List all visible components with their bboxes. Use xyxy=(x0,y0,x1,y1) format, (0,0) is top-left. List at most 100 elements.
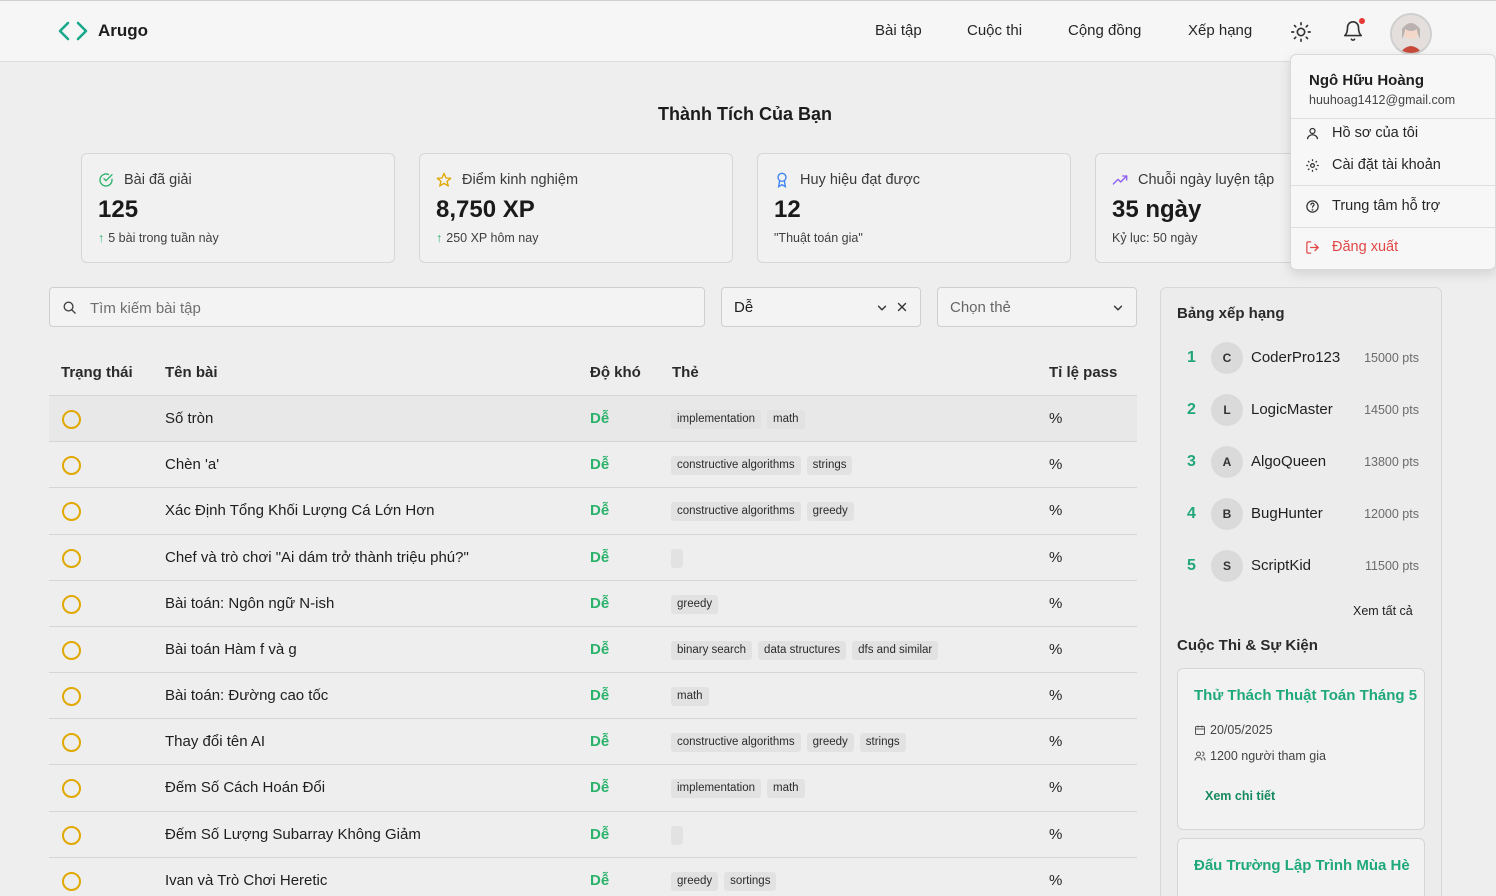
problem-name[interactable]: Chef và trò chơi "Ai dám trở thành triệu… xyxy=(165,549,469,566)
event-title[interactable]: Đấu Trường Lập Trình Mùa Hè xyxy=(1194,857,1410,874)
tag-select[interactable]: Chọn thẻ xyxy=(937,287,1137,327)
search-icon xyxy=(63,301,76,314)
award-icon xyxy=(777,172,787,188)
leaderboard-entry[interactable]: 4 B BugHunter 12000 pts xyxy=(1177,496,1427,532)
problem-name[interactable]: Đếm Số Lượng Subarray Không Giảm xyxy=(165,826,421,843)
leaderboard-entry[interactable]: 1 C CoderPro123 15000 pts xyxy=(1177,340,1427,376)
tag-list: greedy sortings xyxy=(671,872,777,891)
tag-chip[interactable]: greedy xyxy=(671,595,719,614)
nav-ranking[interactable]: Xếp hạng xyxy=(1188,22,1252,39)
menu-item-profile[interactable]: Hồ sơ của tôi xyxy=(1305,125,1418,141)
status-unsolved-icon xyxy=(62,456,81,475)
leaderboard-avatar: C xyxy=(1211,342,1243,374)
tag-chip[interactable]: greedy xyxy=(806,733,854,752)
status-unsolved-icon xyxy=(62,779,81,798)
difficulty-label: Dễ xyxy=(590,872,610,889)
tag-chip[interactable]: sortings xyxy=(724,872,777,891)
nav-contests[interactable]: Cuộc thi xyxy=(967,22,1022,39)
right-sidebar: Bảng xếp hạng 1 C CoderPro123 15000 pts 2 L Lo… xyxy=(1160,287,1442,896)
tag-chip[interactable]: math xyxy=(766,779,805,798)
event-details-link[interactable]: Xem chi tiết xyxy=(1205,789,1275,803)
see-all-link[interactable]: Xem tất cả xyxy=(1353,604,1413,618)
header-status: Trạng thái xyxy=(61,364,133,381)
menu-item-logout[interactable]: Đăng xuất xyxy=(1305,239,1398,255)
tag-chip[interactable]: implementation xyxy=(671,779,761,798)
table-row[interactable]: Đếm Số Cách Hoán Đổi Dễ implementation math… xyxy=(49,764,1137,810)
search-input[interactable] xyxy=(90,296,690,320)
user-avatar[interactable] xyxy=(1390,13,1432,55)
table-row[interactable]: Bài toán: Ngôn ngữ N-ish Dễ greedy% xyxy=(49,580,1137,626)
nav-community[interactable]: Cộng đồng xyxy=(1068,22,1141,39)
status-unsolved-icon xyxy=(62,595,81,614)
notification-dot xyxy=(1359,18,1365,24)
tag-chip[interactable]: constructive algorithms xyxy=(671,733,801,752)
stat-sub: Kỷ lục: 50 ngày xyxy=(1112,231,1198,245)
leaderboard-entry[interactable]: 3 A AlgoQueen 13800 pts xyxy=(1177,444,1427,480)
tag-chip[interactable]: strings xyxy=(806,456,853,475)
table-row[interactable]: Bài toán: Đường cao tốc Dễ math% xyxy=(49,672,1137,718)
tag-chip[interactable]: implementation xyxy=(671,410,761,429)
tag-chip[interactable]: binary search xyxy=(671,641,753,660)
tag-chip[interactable]: greedy xyxy=(671,872,719,891)
table-row[interactable]: Chèn 'a' Dễ constructive algorithms strings… xyxy=(49,441,1137,487)
pass-rate: % xyxy=(1049,410,1063,427)
menu-item-settings[interactable]: Cài đặt tài khoản xyxy=(1305,157,1441,173)
table-row[interactable]: Ivan và Trò Chơi Heretic Dễ greedy sortings… xyxy=(49,857,1137,896)
leaderboard-points: 12000 pts xyxy=(1364,507,1419,521)
event-title[interactable]: Thử Thách Thuật Toán Tháng 5 xyxy=(1194,687,1417,704)
nav-exercises[interactable]: Bài tập xyxy=(875,22,922,39)
leaderboard-name: AlgoQueen xyxy=(1251,453,1327,470)
tag-list: constructive algorithms greedy xyxy=(671,502,854,521)
stat-value: 35 ngày xyxy=(1112,196,1202,223)
problem-name[interactable]: Ivan và Trò Chơi Heretic xyxy=(165,872,327,889)
table-row[interactable]: Chef và trò chơi "Ai dám trở thành triệu… xyxy=(49,534,1137,580)
leaderboard-name: CoderPro123 xyxy=(1251,349,1341,366)
problem-name[interactable]: Bài toán Hàm f và g xyxy=(165,641,297,658)
problem-name[interactable]: Thay đổi tên AI xyxy=(165,733,265,750)
user-dropdown-menu: Ngô Hữu Hoàng huuhoag1412@gmail.com Hồ s… xyxy=(1290,54,1496,270)
tag-chip[interactable]: greedy xyxy=(806,502,854,521)
table-row[interactable]: Thay đổi tên AI Dễ constructive algorithms… xyxy=(49,718,1137,764)
problem-name[interactable]: Đếm Số Cách Hoán Đổi xyxy=(165,779,325,796)
tag-chip[interactable]: data structures xyxy=(758,641,847,660)
problem-name[interactable]: Số tròn xyxy=(165,410,213,427)
sun-icon[interactable] xyxy=(1290,21,1312,43)
pass-rate: % xyxy=(1049,687,1063,704)
table-row[interactable]: Xác Định Tổng Khối Lượng Cá Lớn Hơn Dễ con… xyxy=(49,487,1137,533)
problem-name[interactable]: Chèn 'a' xyxy=(165,456,219,473)
tag-chip[interactable]: strings xyxy=(859,733,906,752)
menu-item-support[interactable]: Trung tâm hỗ trợ xyxy=(1305,198,1440,214)
stat-label: Huy hiệu đạt được xyxy=(800,172,920,188)
pass-rate: % xyxy=(1049,733,1063,750)
problem-name[interactable]: Xác Định Tổng Khối Lượng Cá Lớn Hơn xyxy=(165,502,434,519)
tag-chip[interactable]: constructive algorithms xyxy=(671,502,801,521)
problem-name[interactable]: Bài toán: Đường cao tốc xyxy=(165,687,328,704)
table-row[interactable]: Số tròn Dễ implementation math% xyxy=(49,395,1137,441)
help-circle-icon xyxy=(1306,199,1319,213)
difficulty-select[interactable]: Dễ xyxy=(721,287,921,327)
tag-list xyxy=(671,826,683,845)
search-box[interactable] xyxy=(49,287,705,327)
stat-label: Chuỗi ngày luyện tập xyxy=(1138,172,1275,188)
tag-chip[interactable]: math xyxy=(766,410,805,429)
tag-chip[interactable]: dfs and similar xyxy=(852,641,939,660)
event-card[interactable]: Đấu Trường Lập Trình Mùa Hè xyxy=(1177,838,1425,896)
tag-empty xyxy=(671,549,683,568)
tag-chip[interactable]: math xyxy=(671,687,709,706)
clear-icon[interactable] xyxy=(895,300,909,314)
chevron-down-icon xyxy=(877,305,887,311)
status-unsolved-icon xyxy=(62,872,81,891)
stat-label: Điểm kinh nghiệm xyxy=(462,172,579,188)
header-pass-rate: Tỉ lệ pass xyxy=(1049,364,1118,381)
table-row[interactable]: Đếm Số Lượng Subarray Không Giảm Dễ% xyxy=(49,811,1137,857)
table-row[interactable]: Bài toán Hàm f và g Dễ binary search data s… xyxy=(49,626,1137,672)
pass-rate: % xyxy=(1049,502,1063,519)
problem-name[interactable]: Bài toán: Ngôn ngữ N-ish xyxy=(165,595,334,612)
event-card[interactable]: Thử Thách Thuật Toán Tháng 5 20/05/2025 … xyxy=(1177,668,1425,830)
leaderboard-entry[interactable]: 2 L LogicMaster 14500 pts xyxy=(1177,392,1427,428)
difficulty-label: Dễ xyxy=(590,641,610,658)
leaderboard-entry[interactable]: 5 S ScriptKid 11500 pts xyxy=(1177,548,1427,584)
app-logo[interactable]: Arugo xyxy=(56,19,148,43)
tag-chip[interactable]: constructive algorithms xyxy=(671,456,801,475)
tag-placeholder: Chọn thẻ xyxy=(950,299,1011,316)
